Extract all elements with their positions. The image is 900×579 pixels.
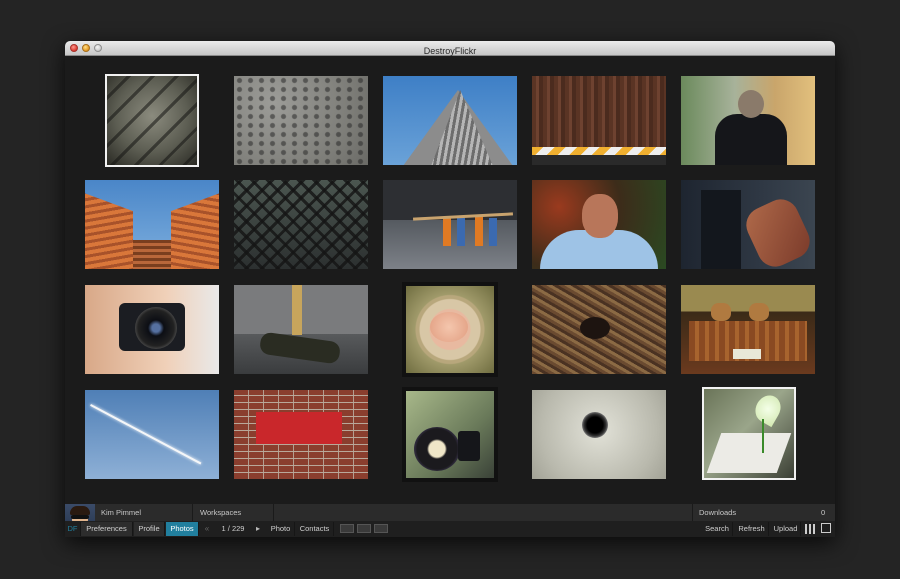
user-name: Kim Pimmel	[95, 504, 193, 521]
info-bar: Kim Pimmel Workspaces Downloads 0	[95, 504, 835, 521]
df-button[interactable]: DF	[65, 522, 81, 536]
minimize-window-button[interactable]	[82, 44, 90, 52]
contact-avatar[interactable]	[357, 524, 371, 533]
toolbar: DF Preferences Profile Photos « 1 / 229 …	[65, 521, 835, 537]
photo-thumbnail[interactable]	[383, 180, 517, 269]
photo-thumbnail[interactable]	[234, 76, 368, 165]
photo-thumbnail[interactable]	[234, 180, 368, 269]
photo-thumbnail[interactable]	[85, 180, 219, 269]
refresh-button[interactable]: Refresh	[735, 522, 769, 536]
app-window: DestroyFlickr Kim Pimmel Workspaces Down…	[65, 41, 835, 537]
title-bar: DestroyFlickr	[65, 41, 835, 56]
upload-button[interactable]: Upload	[771, 522, 801, 536]
photo-thumbnail[interactable]	[532, 285, 666, 374]
photo-thumbnail[interactable]	[402, 387, 498, 482]
photo-thumbnail[interactable]	[85, 390, 219, 479]
preferences-button[interactable]: Preferences	[81, 522, 133, 536]
photo-button[interactable]: Photo	[267, 522, 295, 536]
zoom-window-button[interactable]	[94, 44, 102, 52]
photo-thumbnail[interactable]	[402, 282, 498, 377]
photo-thumbnail[interactable]	[234, 285, 368, 374]
photo-thumbnail[interactable]	[532, 390, 666, 479]
photo-thumbnail[interactable]	[85, 285, 219, 374]
tab-workspaces[interactable]: Workspaces	[194, 504, 274, 521]
close-window-button[interactable]	[70, 44, 78, 52]
page-indicator: 1 / 229	[221, 524, 245, 533]
photo-thumbnail[interactable]	[702, 387, 796, 480]
previous-page-button[interactable]: «	[201, 522, 213, 536]
bottom-bar: Kim Pimmel Workspaces Downloads 0 DF Pre…	[65, 504, 835, 537]
photos-button[interactable]: Photos	[166, 522, 199, 536]
photo-thumbnail[interactable]	[105, 74, 199, 167]
next-page-button[interactable]: ▸	[253, 522, 263, 536]
downloads-count: 0	[821, 508, 826, 517]
photo-thumbnail[interactable]	[383, 76, 517, 165]
profile-button[interactable]: Profile	[134, 522, 165, 536]
contact-avatar[interactable]	[374, 524, 388, 533]
photo-thumbnail[interactable]	[681, 285, 815, 374]
photo-thumbnail[interactable]	[681, 76, 815, 165]
contact-avatar[interactable]	[340, 524, 354, 533]
contacts-button[interactable]: Contacts	[296, 522, 334, 536]
photo-thumbnail[interactable]	[681, 180, 815, 269]
photo-grid	[65, 56, 835, 504]
grid-view-icon[interactable]	[805, 524, 816, 534]
photo-thumbnail[interactable]	[532, 180, 666, 269]
downloads-label[interactable]: Downloads	[692, 504, 802, 521]
photo-thumbnail[interactable]	[532, 76, 666, 165]
photo-thumbnail[interactable]	[234, 390, 368, 479]
fullscreen-icon[interactable]	[821, 523, 831, 533]
search-button[interactable]: Search	[702, 522, 733, 536]
window-title: DestroyFlickr	[423, 46, 477, 56]
